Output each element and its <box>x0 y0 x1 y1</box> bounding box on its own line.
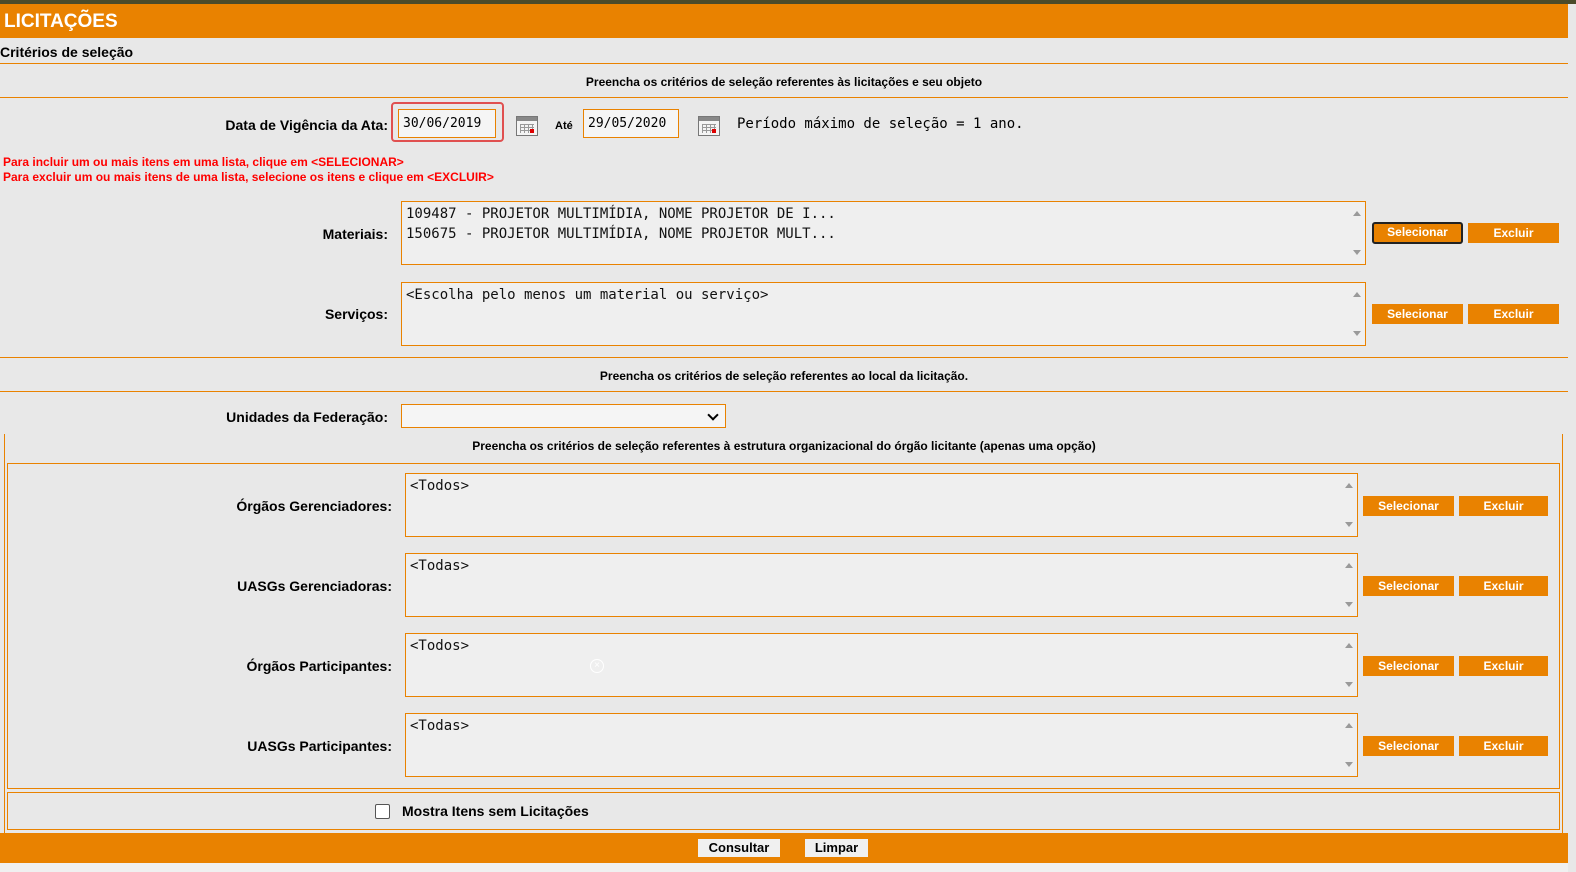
list-item[interactable]: 150675 - PROJETOR MULTIMÍDIA, NOME PROJE… <box>406 224 1365 244</box>
uf-label: Unidades da Federação: <box>226 409 388 425</box>
instruction-include: Para incluir um ou mais itens em uma lis… <box>3 155 404 169</box>
list-item[interactable]: <Todas> <box>410 556 1357 576</box>
page-header: LICITAÇÕES <box>0 4 1568 38</box>
servicos-label: Serviços: <box>324 306 388 322</box>
divider <box>0 391 1568 392</box>
orgaos-participantes-list[interactable]: <Todos> <box>405 633 1358 697</box>
orgaos-participantes-label: Órgãos Participantes: <box>246 658 393 674</box>
servicos-list[interactable]: <Escolha pelo menos um material ou servi… <box>401 282 1366 346</box>
scrollbar[interactable] <box>1340 554 1357 616</box>
divider <box>0 63 1568 64</box>
frame-left <box>4 434 5 834</box>
materiais-list[interactable]: 109487 - PROJETOR MULTIMÍDIA, NOME PROJE… <box>401 201 1366 265</box>
chevron-down-icon <box>707 409 719 421</box>
scroll-down-icon[interactable] <box>1345 682 1353 687</box>
list-item[interactable]: <Todas> <box>410 716 1357 736</box>
uasgs-gerenciadoras-list[interactable]: <Todas> <box>405 553 1358 617</box>
uasgs-participantes-list[interactable]: <Todas> <box>405 713 1358 777</box>
orgaos-gerenciadores-select-button[interactable]: Selecionar <box>1363 496 1454 516</box>
calendar-icon[interactable] <box>516 116 538 136</box>
list-item[interactable]: <Todos> <box>410 636 1357 656</box>
servicos-select-button[interactable]: Selecionar <box>1372 304 1463 324</box>
scroll-down-icon[interactable] <box>1353 250 1361 255</box>
scroll-down-icon[interactable] <box>1345 522 1353 527</box>
scroll-up-icon[interactable] <box>1345 483 1353 488</box>
scroll-down-icon[interactable] <box>1345 602 1353 607</box>
uf-select[interactable] <box>401 404 726 428</box>
date-from-field[interactable]: 30/06/2019 <box>398 109 496 138</box>
orgaos-gerenciadores-label: Órgãos Gerenciadores: <box>236 498 392 514</box>
scroll-up-icon[interactable] <box>1353 211 1361 216</box>
uasgs-participantes-delete-button[interactable]: Excluir <box>1459 736 1548 756</box>
section-title-object: Preencha os critérios de seleção referen… <box>585 75 983 89</box>
scroll-down-icon[interactable] <box>1353 331 1361 336</box>
scrollbar[interactable] <box>1340 474 1357 536</box>
scrollbar[interactable] <box>1340 634 1357 696</box>
checkbox-frame <box>7 792 1560 830</box>
scroll-up-icon[interactable] <box>1345 643 1353 648</box>
orgaos-participantes-delete-button[interactable]: Excluir <box>1459 656 1548 676</box>
section-title-org: Preencha os critérios de seleção referen… <box>472 439 1096 453</box>
instruction-exclude: Para excluir um ou mais itens de uma lis… <box>3 170 494 184</box>
limpar-button[interactable]: Limpar <box>805 839 868 857</box>
materiais-label: Materiais: <box>322 226 388 242</box>
scrollbar[interactable] <box>1348 202 1365 264</box>
scroll-up-icon[interactable] <box>1345 563 1353 568</box>
orgaos-gerenciadores-delete-button[interactable]: Excluir <box>1459 496 1548 516</box>
show-items-label: Mostra Itens sem Licitações <box>402 803 589 819</box>
uasgs-gerenciadoras-select-button[interactable]: Selecionar <box>1363 576 1454 596</box>
list-item[interactable]: 109487 - PROJETOR MULTIMÍDIA, NOME PROJE… <box>406 204 1365 224</box>
scrollbar[interactable] <box>1348 283 1365 345</box>
clear-icon: × <box>590 659 604 673</box>
section-title-location: Preencha os critérios de seleção referen… <box>599 369 969 383</box>
vigencia-label: Data de Vigência da Ata: <box>225 117 388 133</box>
materiais-select-button[interactable]: Selecionar <box>1372 222 1463 244</box>
show-items-checkbox[interactable] <box>375 804 390 819</box>
footer-bar <box>0 833 1568 863</box>
list-item[interactable]: <Todos> <box>410 476 1357 496</box>
orgaos-participantes-select-button[interactable]: Selecionar <box>1363 656 1454 676</box>
list-item[interactable]: <Escolha pelo menos um material ou servi… <box>406 285 1365 305</box>
consultar-button[interactable]: Consultar <box>698 839 780 857</box>
date-to-label: Até <box>555 120 573 132</box>
servicos-delete-button[interactable]: Excluir <box>1468 304 1559 324</box>
period-note: Período máximo de seleção = 1 ano. <box>737 116 1024 132</box>
scroll-down-icon[interactable] <box>1345 762 1353 767</box>
scroll-up-icon[interactable] <box>1353 292 1361 297</box>
materiais-delete-button[interactable]: Excluir <box>1468 223 1559 243</box>
orgaos-gerenciadores-list[interactable]: <Todos> <box>405 473 1358 537</box>
uasgs-gerenciadoras-label: UASGs Gerenciadoras: <box>237 578 392 594</box>
divider <box>0 97 1568 98</box>
bottom-strip <box>0 863 1568 872</box>
divider <box>0 357 1568 358</box>
uasgs-gerenciadoras-delete-button[interactable]: Excluir <box>1459 576 1548 596</box>
uasgs-participantes-select-button[interactable]: Selecionar <box>1363 736 1454 756</box>
page-title: LICITAÇÕES <box>4 11 118 32</box>
frame-right <box>1562 434 1563 834</box>
uasgs-participantes-label: UASGs Participantes: <box>247 738 392 754</box>
scroll-up-icon[interactable] <box>1345 723 1353 728</box>
scrollbar[interactable] <box>1340 714 1357 776</box>
subtitle: Critérios de seleção <box>0 44 134 60</box>
date-to-field[interactable]: 29/05/2020 <box>583 109 679 138</box>
calendar-icon[interactable] <box>698 116 720 136</box>
